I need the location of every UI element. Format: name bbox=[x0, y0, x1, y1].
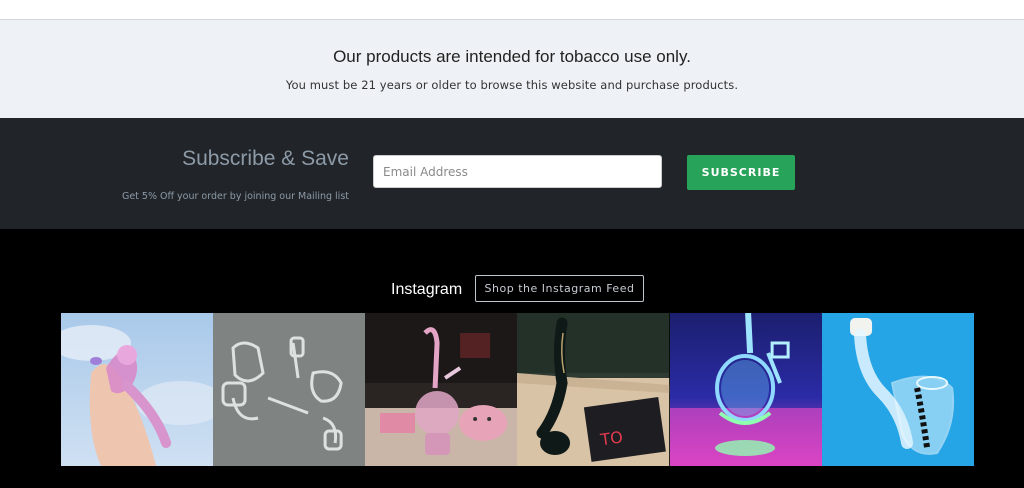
black-sherlock-pipe-photo[interactable]: TO bbox=[517, 313, 670, 466]
clear-bubbler-photo[interactable] bbox=[821, 313, 974, 466]
subscribe-description: Get 5% Off your order by joining our Mai… bbox=[121, 191, 349, 202]
glass-bangers-photo[interactable] bbox=[213, 313, 366, 466]
subscribe-button[interactable]: SUBSCRIBE bbox=[687, 155, 795, 190]
notice-title: Our products are intended for tobacco us… bbox=[333, 47, 691, 66]
age-notice: Our products are intended for tobacco us… bbox=[0, 20, 1024, 118]
email-input[interactable] bbox=[373, 155, 662, 188]
subscribe-section: Subscribe & Save Get 5% Off your order b… bbox=[0, 118, 1024, 229]
pink-recycler-rig-photo[interactable] bbox=[365, 313, 518, 466]
instagram-header: Instagram Shop the Instagram Feed bbox=[0, 275, 1024, 303]
pink-spoon-pipe-photo[interactable] bbox=[61, 313, 214, 466]
notice-subtitle: You must be 21 years or older to browse … bbox=[285, 78, 739, 92]
svg-text:TO: TO bbox=[599, 427, 625, 449]
instagram-feed: TO bbox=[61, 313, 974, 466]
neon-recycler-rig-photo[interactable] bbox=[669, 313, 822, 466]
top-bar bbox=[0, 0, 1024, 20]
shop-instagram-feed-button[interactable]: Shop the Instagram Feed bbox=[475, 275, 644, 302]
subscribe-title: Subscribe & Save bbox=[182, 147, 349, 170]
instagram-label: Instagram bbox=[391, 281, 463, 298]
